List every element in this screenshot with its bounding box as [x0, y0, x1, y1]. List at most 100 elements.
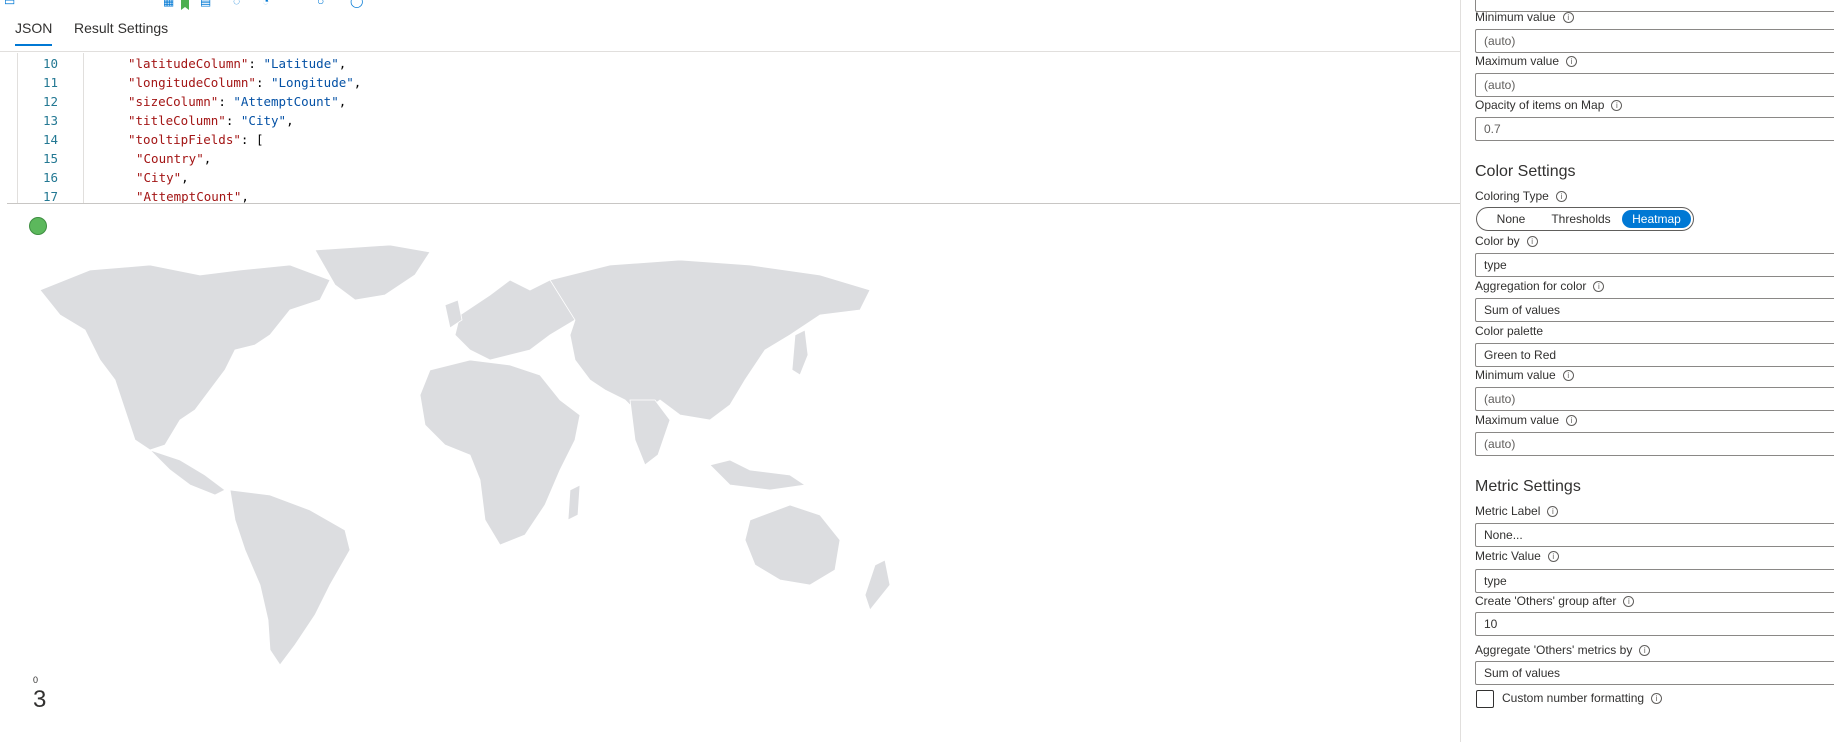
- legend-value: 3: [33, 686, 47, 713]
- toolbar-icon[interactable]: ▦: [163, 0, 174, 8]
- info-icon[interactable]: i: [1651, 693, 1663, 704]
- tab-json[interactable]: JSON: [15, 16, 53, 46]
- info-icon[interactable]: i: [1562, 12, 1574, 23]
- info-icon[interactable]: i: [1593, 281, 1605, 292]
- json-key: "latitudeColumn": [128, 56, 249, 71]
- coloring-option-heatmap[interactable]: Heatmap: [1622, 210, 1691, 228]
- json-value: "City": [240, 113, 287, 128]
- line-number: 16: [42, 170, 58, 185]
- json-value: "AttemptCount": [136, 189, 242, 203]
- opacity-field[interactable]: 0.7: [1475, 117, 1834, 141]
- custom-format-checkbox[interactable]: [1476, 690, 1494, 708]
- coloring-option-thresholds[interactable]: Thresholds: [1547, 210, 1615, 228]
- agg-others-dropdown[interactable]: Sum of values: [1475, 661, 1834, 685]
- json-value: "City": [136, 170, 182, 185]
- code-text: "tooltipFields": [: [128, 130, 263, 149]
- editor-splitter[interactable]: [7, 203, 1460, 204]
- json-punct: ,: [203, 151, 212, 166]
- code-text: "Country",: [136, 149, 211, 168]
- map-greenland: [314, 244, 431, 301]
- metric-label-dropdown[interactable]: None...: [1475, 523, 1834, 547]
- json-punct: : [: [240, 132, 264, 147]
- agg-others-label: Aggregate 'Others' metrics by i: [1475, 643, 1651, 657]
- legend-min-label: 0: [33, 675, 39, 685]
- color-max-field[interactable]: (auto): [1475, 432, 1834, 456]
- json-key: "titleColumn": [128, 113, 226, 128]
- map-asia: [549, 259, 871, 421]
- coloring-option-none[interactable]: None: [1491, 210, 1531, 228]
- toolbar-icon[interactable]: ◯: [350, 0, 363, 8]
- info-icon[interactable]: i: [1566, 56, 1578, 67]
- json-punct: ,: [338, 56, 347, 71]
- map-central-america: [149, 449, 226, 496]
- color-by-dropdown[interactable]: type: [1475, 253, 1834, 277]
- code-text: "AttemptCount",: [136, 187, 249, 203]
- map-north-america: [39, 264, 331, 451]
- custom-format-label: Custom number formatting i: [1502, 691, 1663, 705]
- json-colon: :: [218, 94, 234, 109]
- editor-tabs: JSON Result Settings: [0, 12, 1460, 52]
- info-icon[interactable]: i: [1547, 551, 1559, 562]
- info-icon[interactable]: i: [1611, 100, 1623, 111]
- info-icon[interactable]: i: [1623, 596, 1635, 607]
- map-africa: [419, 359, 581, 546]
- info-icon[interactable]: i: [1566, 415, 1578, 426]
- metric-settings-heading: Metric Settings: [1475, 478, 1581, 495]
- json-punct: ,: [286, 113, 294, 128]
- world-map[interactable]: [30, 240, 930, 680]
- palette-dropdown[interactable]: Green to Red: [1475, 343, 1834, 367]
- json-punct: ,: [181, 170, 189, 185]
- code-text: "City",: [136, 168, 189, 187]
- line-number: 11: [42, 75, 58, 90]
- toolbar-icon[interactable]: ◔: [262, 0, 269, 8]
- line-number: 10: [42, 56, 58, 71]
- tab-result-settings[interactable]: Result Settings: [74, 16, 168, 40]
- map-india: [629, 399, 671, 466]
- metric-value-dropdown[interactable]: type: [1475, 569, 1834, 593]
- map-indonesia: [709, 459, 807, 491]
- size-max-field[interactable]: (auto): [1475, 73, 1834, 97]
- opacity-label: Opacity of items on Map i: [1475, 98, 1623, 112]
- json-value: "Longitude": [271, 75, 354, 90]
- code-text: "titleColumn": "City",: [128, 111, 294, 130]
- json-colon: :: [255, 75, 271, 90]
- json-value: "Latitude": [263, 56, 339, 71]
- json-colon: :: [248, 56, 264, 71]
- size-min-field[interactable]: (auto): [1475, 29, 1834, 53]
- json-value: "AttemptCount": [233, 94, 339, 109]
- metric-value-label: Metric Value i: [1475, 549, 1559, 563]
- workbook-editor: ▭ ▦ ▤ ◌ ◔ ○ ◯ JSON Result Settings 10 "la…: [0, 0, 1834, 742]
- color-max-label: Maximum value i: [1475, 413, 1578, 427]
- info-icon[interactable]: i: [1639, 645, 1651, 656]
- json-editor[interactable]: 10 "latitudeColumn": "Latitude", 11 "longit…: [17, 53, 1460, 203]
- map-new-zealand: [864, 559, 891, 611]
- gutter-separator: [83, 53, 84, 203]
- agg-color-dropdown[interactable]: Sum of values: [1475, 298, 1834, 322]
- line-number: 15: [42, 151, 58, 166]
- toolbar-icon[interactable]: ▤: [200, 0, 211, 8]
- toolbar-icon[interactable]: ◌: [233, 0, 240, 8]
- toolbar-icon[interactable]: ○: [317, 0, 324, 8]
- toolbar-icon[interactable]: ▭: [4, 0, 15, 8]
- info-icon[interactable]: i: [1562, 370, 1574, 381]
- status-dot-icon: [29, 217, 47, 235]
- info-icon[interactable]: i: [1526, 236, 1538, 247]
- color-by-label: Color by i: [1475, 234, 1538, 248]
- others-after-label: Create 'Others' group after i: [1475, 594, 1635, 608]
- line-number: 14: [42, 132, 58, 147]
- toolbar-strip: ▭ ▦ ▤ ◌ ◔ ○ ◯: [0, 0, 1460, 12]
- map-europe: [454, 279, 576, 361]
- json-key: "sizeColumn": [128, 94, 219, 109]
- settings-panel: Minimum value i (auto) Maximum value i (au…: [1460, 0, 1834, 742]
- line-number: 12: [42, 94, 58, 109]
- map-south-america: [229, 489, 351, 666]
- map-madagascar: [567, 484, 581, 521]
- map-australia: [744, 504, 841, 586]
- metric-label-label: Metric Label i: [1475, 504, 1559, 518]
- color-min-field[interactable]: (auto): [1475, 387, 1834, 411]
- info-icon[interactable]: i: [1555, 191, 1567, 202]
- info-icon[interactable]: i: [1547, 506, 1559, 517]
- bookmark-icon: [181, 0, 189, 10]
- size-max-label: Maximum value i: [1475, 54, 1578, 68]
- others-after-field[interactable]: 10: [1475, 612, 1834, 636]
